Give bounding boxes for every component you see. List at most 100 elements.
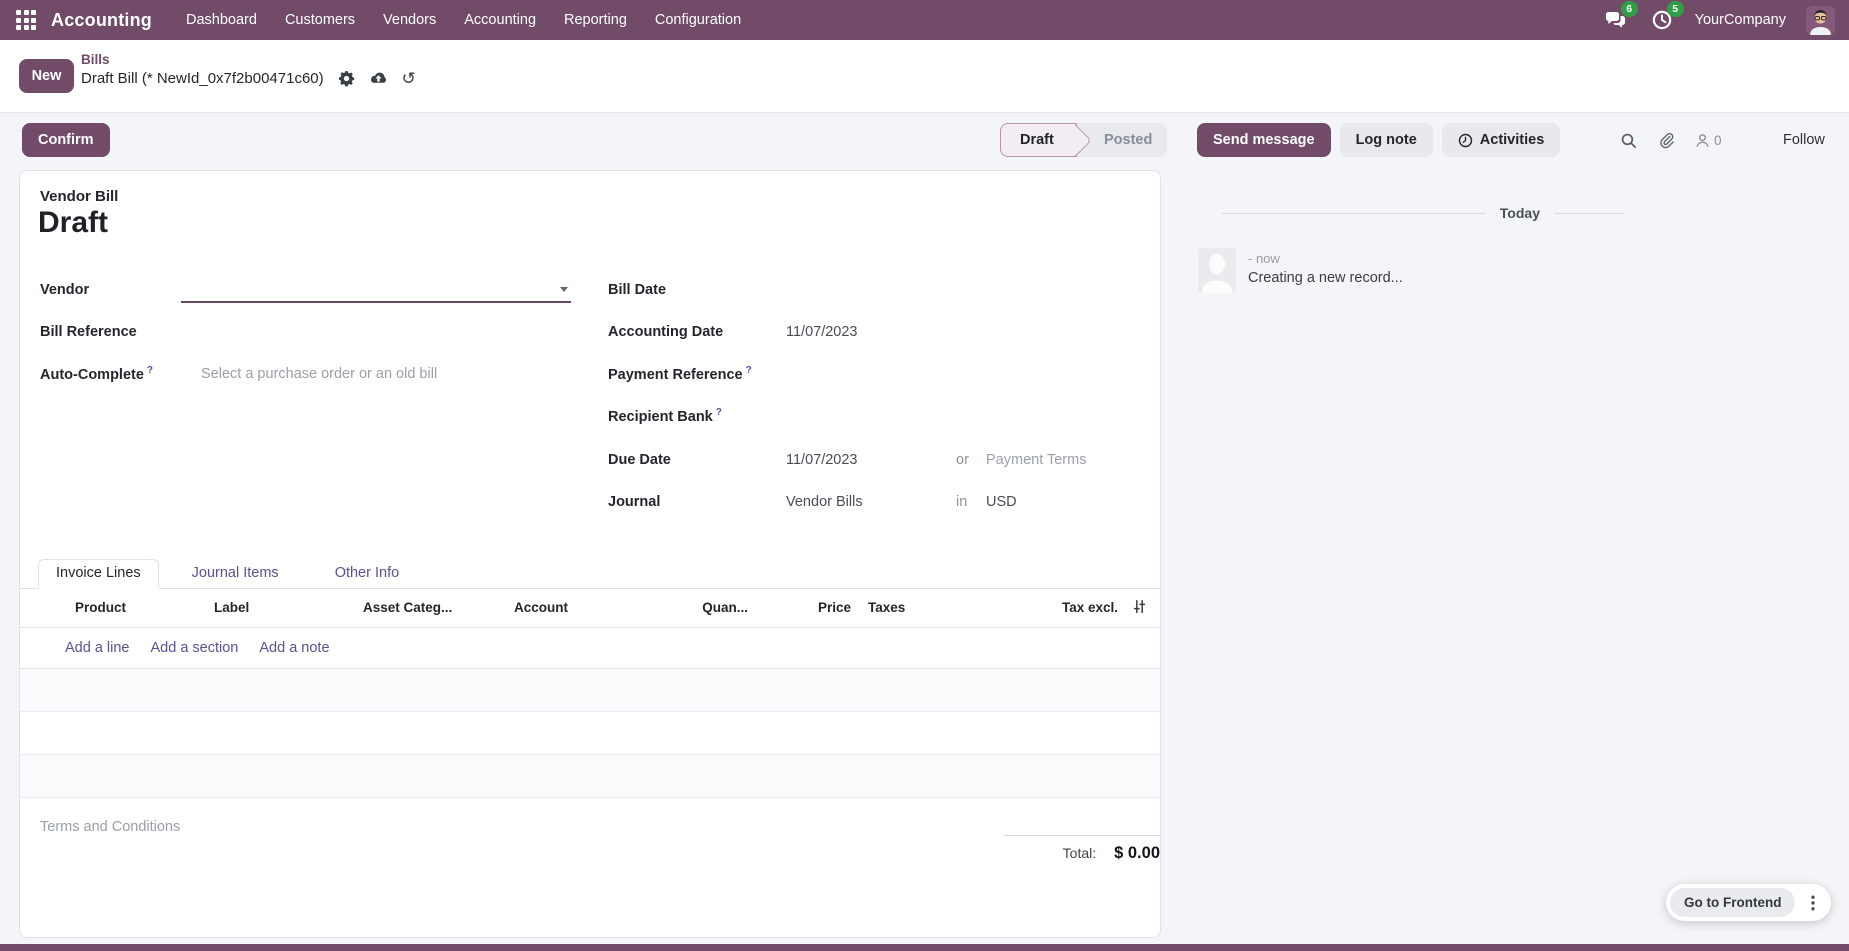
- due-date-label: Due Date: [608, 452, 786, 468]
- add-a-note-link[interactable]: Add a note: [259, 640, 329, 656]
- bill-date-input[interactable]: [786, 277, 1142, 303]
- column-taxes: Taxes: [868, 600, 905, 615]
- add-a-section-link[interactable]: Add a section: [151, 640, 239, 656]
- payment-reference-input[interactable]: [786, 361, 1142, 387]
- vendor-input[interactable]: [181, 277, 571, 303]
- main-menu: Dashboard Customers Vendors Accounting R…: [186, 12, 741, 28]
- total-row: Total: $ 0.00: [880, 844, 1160, 863]
- followers-person-icon: [1695, 133, 1710, 148]
- activities-clock-icon[interactable]: 5: [1649, 8, 1675, 32]
- empty-table-row: [20, 712, 1160, 755]
- save-cloud-icon[interactable]: [369, 71, 388, 86]
- menu-accounting[interactable]: Accounting: [464, 12, 536, 28]
- tab-journal-items[interactable]: Journal Items: [175, 560, 296, 588]
- due-date-value[interactable]: 11/07/2023: [786, 452, 956, 468]
- content-area: Confirm Draft Posted Send message Log no…: [0, 113, 1849, 951]
- search-messages-icon[interactable]: [1620, 132, 1637, 149]
- field-row-auto-complete: Auto-Complete? Select a purchase order o…: [40, 361, 571, 387]
- due-date-conjunction: or: [956, 452, 986, 468]
- discard-undo-icon[interactable]: ↺: [402, 70, 416, 87]
- menu-dashboard[interactable]: Dashboard: [186, 12, 257, 28]
- form-sheet: Vendor Bill Draft Vendor Bill Reference …: [19, 170, 1161, 938]
- field-row-recipient-bank: Recipient Bank?: [608, 403, 1142, 429]
- field-row-journal: Journal Vendor Bills in USD: [608, 489, 1142, 515]
- accounting-date-label: Accounting Date: [608, 324, 786, 340]
- menu-reporting[interactable]: Reporting: [564, 12, 627, 28]
- column-tax-excl: Tax excl.: [1010, 600, 1118, 615]
- apps-menu-icon[interactable]: [16, 10, 36, 30]
- add-a-line-link[interactable]: Add a line: [65, 640, 130, 656]
- confirm-button[interactable]: Confirm: [22, 123, 110, 157]
- status-posted[interactable]: Posted: [1077, 123, 1167, 157]
- chatter-toolbar-icons: 0: [1620, 123, 1722, 157]
- app-title[interactable]: Accounting: [51, 10, 152, 31]
- document-type-label: Vendor Bill: [40, 188, 118, 205]
- field-row-bill-reference: Bill Reference: [40, 319, 571, 345]
- total-value: $ 0.00: [1114, 844, 1160, 863]
- column-label: Label: [214, 600, 249, 615]
- attachment-paperclip-icon[interactable]: [1658, 132, 1674, 149]
- journal-currency[interactable]: USD: [986, 494, 1017, 510]
- optional-columns-icon[interactable]: [1132, 599, 1147, 614]
- date-divider: Today: [1222, 205, 1624, 221]
- payment-terms-placeholder[interactable]: Payment Terms: [986, 452, 1086, 468]
- messages-badge: 6: [1621, 1, 1638, 17]
- menu-configuration[interactable]: Configuration: [655, 12, 741, 28]
- messages-icon[interactable]: 6: [1603, 8, 1629, 32]
- help-icon[interactable]: ?: [147, 365, 153, 376]
- list-add-row: Add a line Add a section Add a note: [20, 628, 1160, 669]
- tab-other-info[interactable]: Other Info: [318, 560, 416, 588]
- log-note-button[interactable]: Log note: [1340, 123, 1433, 157]
- menu-customers[interactable]: Customers: [285, 12, 355, 28]
- chevron-down-icon[interactable]: [560, 287, 568, 292]
- recipient-bank-label: Recipient Bank?: [608, 407, 786, 425]
- bottom-accent-bar: [0, 944, 1849, 951]
- field-row-vendor: Vendor: [40, 277, 571, 303]
- journal-value[interactable]: Vendor Bills: [786, 494, 956, 510]
- accounting-date-value[interactable]: 11/07/2023: [786, 324, 858, 340]
- field-row-accounting-date: Accounting Date 11/07/2023: [608, 319, 1142, 345]
- status-draft[interactable]: Draft: [1000, 123, 1077, 157]
- terms-and-conditions-input[interactable]: Terms and Conditions: [40, 819, 180, 835]
- message-body: - now Creating a new record...: [1248, 248, 1403, 293]
- date-divider-label: Today: [1500, 205, 1540, 221]
- top-navbar: Accounting Dashboard Customers Vendors A…: [0, 0, 1849, 40]
- help-icon[interactable]: ?: [716, 407, 722, 418]
- column-product: Product: [75, 600, 126, 615]
- auto-complete-placeholder[interactable]: Select a purchase order or an old bill: [201, 366, 437, 382]
- followers-count: 0: [1714, 133, 1722, 148]
- follow-button[interactable]: Follow: [1783, 123, 1825, 157]
- company-switcher[interactable]: YourCompany: [1695, 12, 1786, 28]
- column-asset-category: Asset Categ...: [363, 600, 452, 615]
- breadcrumb-current-row: Draft Bill (* NewId_0x7f2b00471c60) ↺: [81, 70, 416, 87]
- statusbar: Draft Posted: [1000, 123, 1167, 157]
- send-message-button[interactable]: Send message: [1197, 123, 1331, 157]
- column-quantity: Quan...: [658, 600, 748, 615]
- message-avatar: [1198, 248, 1236, 293]
- total-label: Total:: [1063, 845, 1096, 861]
- chatter-message: - now Creating a new record...: [1198, 248, 1403, 293]
- go-to-frontend-button[interactable]: Go to Frontend: [1670, 888, 1795, 917]
- bill-reference-input[interactable]: [181, 319, 571, 345]
- activities-button[interactable]: Activities: [1442, 123, 1560, 157]
- breadcrumb-bar: New Bills Draft Bill (* NewId_0x7f2b0047…: [0, 40, 1849, 113]
- frontend-pill: Go to Frontend: [1666, 884, 1831, 921]
- new-button[interactable]: New: [19, 59, 74, 93]
- field-row-payment-reference: Payment Reference?: [608, 361, 1142, 387]
- notebook-tabs: Invoice Lines Journal Items Other Info: [20, 560, 1160, 589]
- kebab-menu-icon[interactable]: [1798, 888, 1827, 917]
- recipient-bank-input[interactable]: [786, 403, 1142, 429]
- help-icon[interactable]: ?: [746, 365, 752, 376]
- user-avatar[interactable]: [1806, 6, 1835, 35]
- activities-badge: 5: [1667, 1, 1684, 17]
- followers-button[interactable]: 0: [1695, 133, 1722, 148]
- column-price: Price: [765, 600, 851, 615]
- invoice-lines-header: Product Label Asset Categ... Account Qua…: [20, 589, 1160, 628]
- chatter-actions: Send message Log note Activities: [1197, 123, 1560, 157]
- record-title: Draft: [38, 206, 108, 240]
- breadcrumb-parent-bills[interactable]: Bills: [81, 52, 416, 67]
- gear-icon[interactable]: [338, 70, 355, 87]
- tab-invoice-lines[interactable]: Invoice Lines: [38, 559, 159, 589]
- menu-vendors[interactable]: Vendors: [383, 12, 436, 28]
- payment-reference-label: Payment Reference?: [608, 365, 786, 383]
